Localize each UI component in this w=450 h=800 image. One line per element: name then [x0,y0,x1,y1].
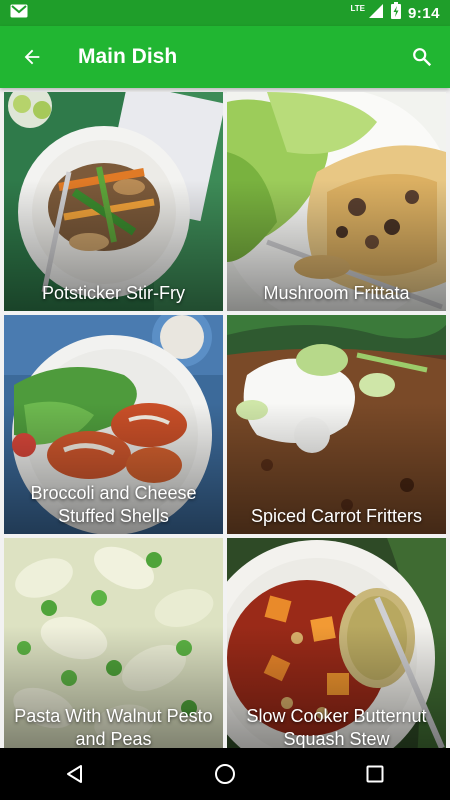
recipe-grid: Potsticker Stir-Fry Mushroom Frittata Br… [4,92,446,757]
page-title: Main Dish [78,45,178,68]
nav-back-button[interactable] [45,748,105,800]
app-bar: Main Dish [0,26,450,88]
recipe-title: Pasta With Walnut Pesto and Peas [14,706,213,749]
system-nav-bar [0,748,450,800]
battery-charging-icon [390,2,401,24]
network-type: LTE [350,3,365,13]
recipe-card[interactable]: Potsticker Stir-Fry [4,92,223,311]
recipe-title: Spiced Carrot Fritters [250,506,423,526]
back-button[interactable] [0,26,64,88]
recipe-card[interactable]: Slow Cooker Butternut Squash Stew [227,538,446,757]
nav-recents-button[interactable] [345,748,405,800]
recipe-title: Mushroom Frittata [263,283,410,303]
search-icon [413,48,432,67]
recents-square-icon [366,765,384,783]
signal-icon [368,3,384,24]
arrow-back-icon [24,49,40,65]
recipe-card[interactable]: Mushroom Frittata [227,92,446,311]
recipe-card[interactable]: Broccoli and Cheese Stuffed Shells [4,315,223,534]
back-triangle-icon [67,765,82,783]
gmail-icon [10,4,28,23]
recipe-card[interactable]: Pasta With Walnut Pesto and Peas [4,538,223,757]
home-circle-icon [215,764,235,784]
clock: 9:14 [407,4,440,22]
status-bar: LTE 9:14 [0,0,450,26]
recipe-card[interactable]: Spiced Carrot Fritters [227,315,446,534]
recipe-title: Potsticker Stir-Fry [41,283,185,303]
recipe-title: Broccoli and Cheese Stuffed Shells [30,483,197,526]
search-button[interactable] [394,26,450,88]
nav-home-button[interactable] [195,748,255,800]
recipe-title: Slow Cooker Butternut Squash Stew [246,706,427,749]
